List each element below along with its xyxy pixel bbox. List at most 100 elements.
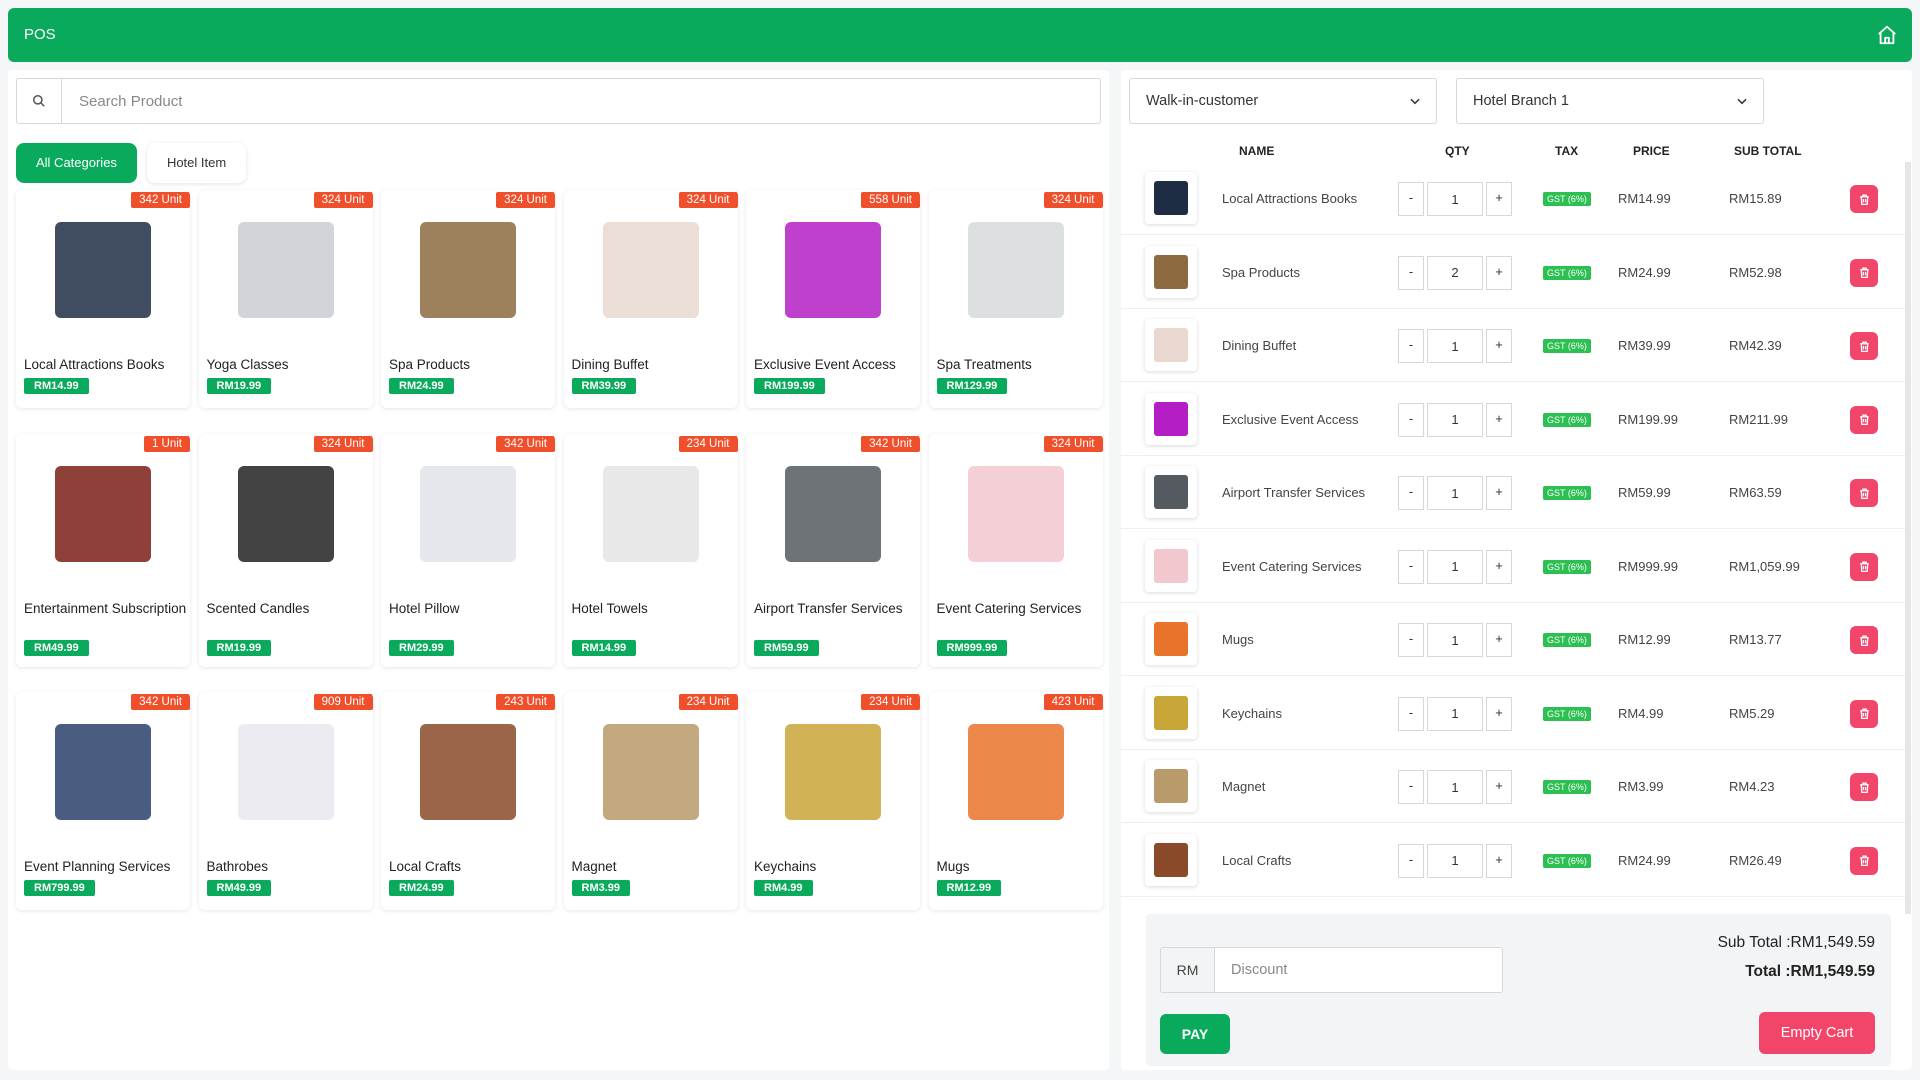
quantity-input[interactable] [1427, 255, 1483, 290]
discount-input[interactable] [1215, 947, 1503, 993]
product-card[interactable]: 1 Unit Entertainment Subscription RM49.99 [16, 434, 190, 667]
decrement-button[interactable]: - [1398, 402, 1424, 437]
product-card[interactable]: 342 Unit Hotel Pillow RM29.99 [381, 434, 555, 667]
product-card[interactable]: 234 Unit Keychains RM4.99 [746, 692, 920, 910]
decrement-button[interactable]: - [1398, 770, 1424, 804]
quantity-stepper: -+ [1398, 623, 1512, 657]
cart-item-price: RM4.99 [1618, 705, 1664, 721]
product-card[interactable]: 423 Unit Mugs RM12.99 [928, 692, 1103, 910]
category-tabs: All Categories Hotel Item [16, 143, 247, 183]
delete-icon[interactable] [1850, 699, 1878, 728]
quantity-input[interactable] [1427, 549, 1483, 584]
cart-item-subtotal: RM211.99 [1729, 411, 1789, 427]
increment-button[interactable]: + [1486, 182, 1512, 216]
empty-cart-button[interactable]: Empty Cart [1759, 1012, 1875, 1054]
product-card[interactable]: 324 Unit Scented Candles RM19.99 [198, 434, 373, 667]
increment-button[interactable]: + [1486, 402, 1512, 437]
home-icon[interactable] [1876, 24, 1898, 46]
cart-item-image [1145, 686, 1197, 739]
delete-icon[interactable] [1850, 626, 1878, 654]
quantity-input[interactable] [1427, 623, 1483, 657]
quantity-input[interactable] [1427, 696, 1483, 731]
cart-row: Exclusive Event Access-+GST (6%)RM199.99… [1121, 383, 1905, 456]
cart-footer: RM Sub Total :RM1,549.59 Total :RM1,549.… [1146, 914, 1891, 1066]
product-card[interactable]: 324 Unit Dining Buffet RM39.99 [563, 190, 738, 408]
cart-item-name: Dining Buffet [1222, 338, 1297, 353]
product-price: RM19.99 [206, 378, 272, 394]
quantity-input[interactable] [1427, 402, 1483, 437]
decrement-button[interactable]: - [1398, 843, 1424, 878]
product-card[interactable]: 324 Unit Event Catering Services RM999.99 [928, 434, 1103, 667]
quantity-stepper: -+ [1398, 843, 1512, 878]
increment-button[interactable]: + [1486, 476, 1512, 510]
category-tab[interactable]: All Categories [16, 143, 137, 183]
delete-icon[interactable] [1850, 479, 1878, 507]
product-card[interactable]: 558 Unit Exclusive Event Access RM199.99 [746, 190, 920, 408]
stock-badge: 342 Unit [131, 192, 190, 208]
product-card[interactable]: 324 Unit Spa Products RM24.99 [381, 190, 555, 408]
cart-item-image [1145, 466, 1197, 518]
product-card[interactable]: 243 Unit Local Crafts RM24.99 [381, 692, 555, 910]
decrement-button[interactable]: - [1398, 329, 1424, 363]
product-image [226, 210, 346, 330]
branch-select[interactable]: Hotel Branch 1 [1456, 78, 1764, 124]
delete-icon[interactable] [1850, 332, 1878, 360]
chevron-down-icon [1737, 98, 1747, 105]
delete-icon[interactable] [1850, 552, 1878, 581]
increment-button[interactable]: + [1486, 623, 1512, 657]
decrement-button[interactable]: - [1398, 182, 1424, 216]
product-card[interactable]: 234 Unit Magnet RM3.99 [563, 692, 738, 910]
product-card[interactable]: 324 Unit Yoga Classes RM19.99 [198, 190, 373, 408]
cart-item-subtotal: RM52.98 [1729, 264, 1782, 280]
quantity-input[interactable] [1427, 770, 1483, 804]
increment-button[interactable]: + [1486, 549, 1512, 584]
cart-item-image [1145, 172, 1197, 224]
product-card[interactable]: 909 Unit Bathrobes RM49.99 [198, 692, 373, 910]
tax-badge: GST (6%) [1543, 706, 1591, 721]
delete-icon[interactable] [1850, 773, 1878, 801]
decrement-button[interactable]: - [1398, 255, 1424, 290]
delete-icon[interactable] [1850, 846, 1878, 875]
discount-group: RM [1160, 947, 1503, 993]
cart-row: Mugs-+GST (6%)RM12.99RM13.77 [1121, 603, 1905, 676]
decrement-button[interactable]: - [1398, 476, 1424, 510]
decrement-button[interactable]: - [1398, 549, 1424, 584]
delete-icon[interactable] [1850, 405, 1878, 434]
top-bar: POS [8, 8, 1912, 62]
increment-button[interactable]: + [1486, 255, 1512, 290]
product-price: RM39.99 [571, 378, 637, 394]
quantity-input[interactable] [1427, 182, 1483, 216]
product-image [226, 454, 346, 574]
product-card[interactable]: 234 Unit Hotel Towels RM14.99 [563, 434, 738, 667]
col-tax: TAX [1555, 144, 1579, 158]
decrement-button[interactable]: - [1398, 623, 1424, 657]
product-card[interactable]: 324 Unit Spa Treatments RM129.99 [928, 190, 1103, 408]
increment-button[interactable]: + [1486, 696, 1512, 731]
cart-items[interactable]: Local Attractions Books-+GST (6%)RM14.99… [1121, 162, 1911, 914]
quantity-input[interactable] [1427, 843, 1483, 878]
product-card[interactable]: 342 Unit Local Attractions Books RM14.99 [16, 190, 190, 408]
quantity-input[interactable] [1427, 329, 1483, 363]
delete-icon[interactable] [1850, 258, 1878, 287]
pay-button[interactable]: PAY [1160, 1014, 1230, 1054]
cart-item-name: Exclusive Event Access [1222, 411, 1359, 427]
cart-row: Keychains-+GST (6%)RM4.99RM5.29 [1121, 677, 1905, 750]
product-name: Magnet [571, 859, 617, 874]
product-card[interactable]: 342 Unit Airport Transfer Services RM59.99 [746, 434, 920, 667]
product-name: Local Crafts [389, 859, 462, 874]
delete-icon[interactable] [1850, 185, 1878, 213]
search-input[interactable] [63, 79, 1093, 123]
search-icon[interactable] [17, 79, 62, 123]
increment-button[interactable]: + [1486, 843, 1512, 878]
product-price: RM24.99 [389, 880, 454, 896]
quantity-input[interactable] [1427, 476, 1483, 510]
cart-item-image [1145, 245, 1197, 298]
increment-button[interactable]: + [1486, 770, 1512, 804]
category-tab[interactable]: Hotel Item [146, 143, 247, 183]
tax-badge: GST (6%) [1543, 780, 1591, 794]
decrement-button[interactable]: - [1398, 696, 1424, 731]
product-image [773, 210, 893, 330]
product-card[interactable]: 342 Unit Event Planning Services RM799.99 [16, 692, 190, 910]
customer-select[interactable]: Walk-in-customer [1129, 78, 1437, 124]
increment-button[interactable]: + [1486, 329, 1512, 363]
